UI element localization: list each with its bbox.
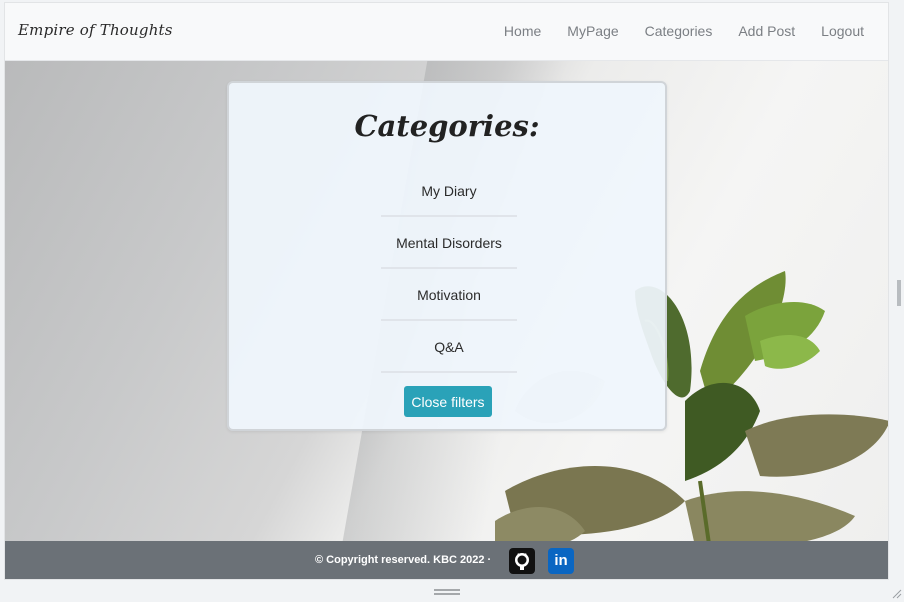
scrollbar-handle[interactable]: [897, 280, 901, 306]
close-filters-button[interactable]: Close filters: [404, 386, 492, 417]
linkedin-icon[interactable]: in: [548, 548, 574, 574]
footer: © Copyright reserved. KBC 2022 · in: [5, 541, 888, 579]
category-my-diary[interactable]: My Diary: [381, 165, 517, 217]
github-icon[interactable]: [509, 548, 535, 574]
nav-links: Home MyPage Categories Add Post Logout: [504, 23, 864, 39]
nav-logout-link[interactable]: Logout: [821, 23, 864, 39]
panel-title: Categories:: [354, 109, 540, 143]
browser-viewport: Empire of Thoughts Home MyPage Categorie…: [4, 2, 889, 580]
category-list: My Diary Mental Disorders Motivation Q&A: [381, 165, 517, 373]
nav-home-link[interactable]: Home: [504, 23, 541, 39]
category-mental-disorders[interactable]: Mental Disorders: [381, 217, 517, 269]
corner-resize-icon[interactable]: [892, 589, 902, 599]
navbar: Empire of Thoughts Home MyPage Categorie…: [5, 3, 888, 61]
nav-mypage-link[interactable]: MyPage: [567, 23, 618, 39]
category-motivation[interactable]: Motivation: [381, 269, 517, 321]
nav-add-post-link[interactable]: Add Post: [738, 23, 795, 39]
hero-background: Categories: My Diary Mental Disorders Mo…: [5, 61, 888, 541]
categories-panel: Categories: My Diary Mental Disorders Mo…: [227, 81, 667, 431]
resize-grip[interactable]: [434, 589, 460, 595]
category-qa[interactable]: Q&A: [381, 321, 517, 373]
nav-categories-link[interactable]: Categories: [645, 23, 713, 39]
copyright-text: © Copyright reserved. KBC 2022 ·: [315, 554, 492, 566]
brand-logo[interactable]: Empire of Thoughts: [18, 21, 173, 39]
